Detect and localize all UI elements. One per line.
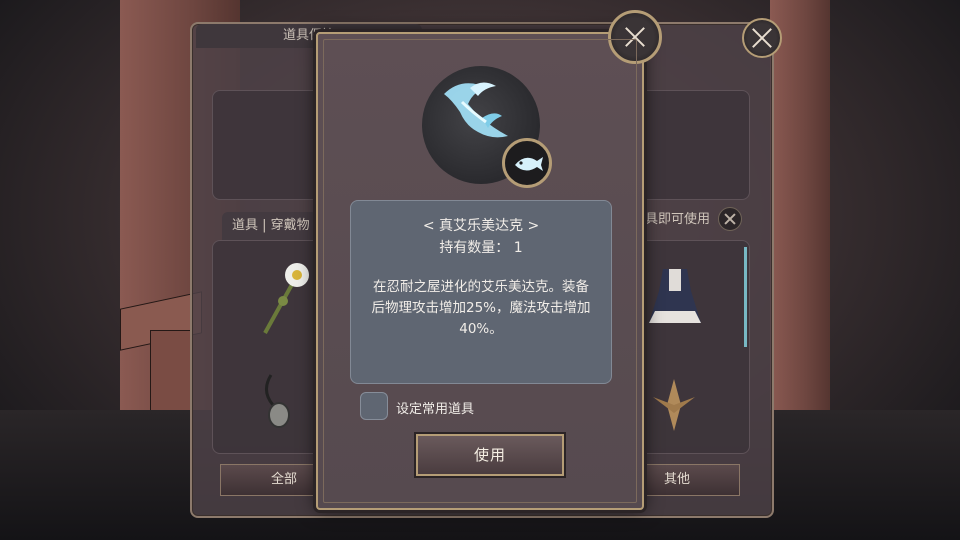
fish-badge-icon xyxy=(502,138,552,188)
amulet-icon[interactable] xyxy=(259,371,299,431)
grid-scrollbar[interactable] xyxy=(744,247,747,347)
tab-items-equipment[interactable]: 道具 | 穿戴物 xyxy=(222,212,320,240)
item-description-box: < 真艾乐美达克 > 持有数量： 1 在忍耐之屋进化的艾乐美达克。装备后物理攻击… xyxy=(350,200,612,384)
item-name: < 真艾乐美达克 > xyxy=(422,218,540,234)
item-detail-popup: < 真艾乐美达克 > 持有数量： 1 在忍耐之屋进化的艾乐美达克。装备后物理攻击… xyxy=(316,10,662,510)
set-favorite-checkbox[interactable] xyxy=(360,392,388,420)
item-quantity: 持有数量： 1 xyxy=(351,237,611,257)
tab-close-icon[interactable] xyxy=(718,207,742,231)
scene-wall-right xyxy=(770,0,830,420)
quantity-value: 1 xyxy=(513,240,523,256)
dress-icon[interactable] xyxy=(645,261,705,331)
inventory-close-icon[interactable] xyxy=(742,18,782,58)
popup-close-icon[interactable] xyxy=(608,10,662,64)
use-item-button[interactable]: 使用 xyxy=(416,434,564,476)
wooden-charm-icon[interactable] xyxy=(649,375,699,435)
quantity-label: 持有数量： xyxy=(439,240,510,256)
flower-staff-icon[interactable] xyxy=(253,259,313,339)
set-favorite-label: 设定常用道具 xyxy=(396,402,475,417)
item-description: 在忍耐之屋进化的艾乐美达克。装备后物理攻击增加25%，魔法攻击增加40%。 xyxy=(371,279,591,337)
